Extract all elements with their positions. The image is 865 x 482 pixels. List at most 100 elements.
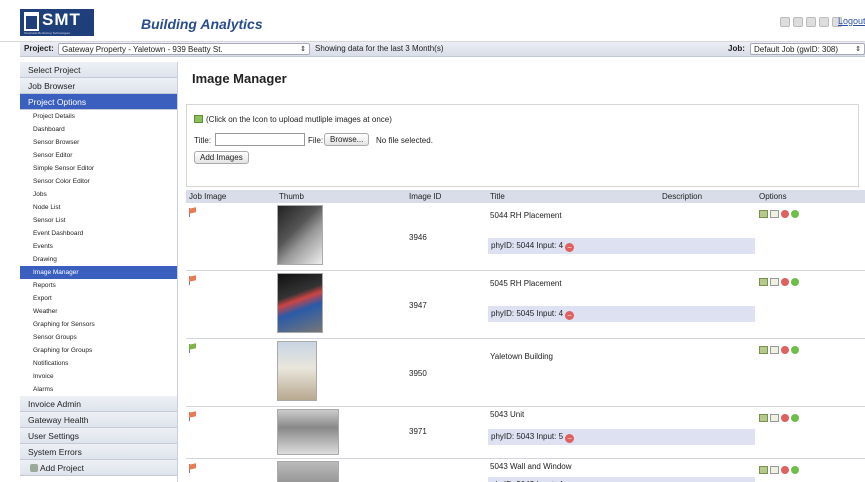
browse-button[interactable]: Browse... <box>324 133 370 146</box>
sidebar-item-invoice[interactable]: Invoice <box>20 370 177 383</box>
delete-icon[interactable] <box>781 277 789 286</box>
sidebar-item-sensor-editor[interactable]: Sensor Editor <box>20 149 177 162</box>
job-image-flag-icon[interactable] <box>189 463 196 473</box>
job-image-flag-icon[interactable] <box>189 275 196 285</box>
add-icon[interactable] <box>791 345 799 354</box>
range-info: Showing data for the last 3 Month(s) <box>315 44 444 53</box>
job-image-flag-icon[interactable] <box>189 411 196 421</box>
user-icon[interactable] <box>780 16 790 27</box>
sidebar-project-options[interactable]: Project Options <box>20 94 177 110</box>
view-image-icon[interactable] <box>759 345 768 354</box>
col-description[interactable]: Description <box>662 192 702 201</box>
image-id: 3947 <box>409 301 427 310</box>
remove-sensor-icon[interactable]: – <box>565 243 575 252</box>
sidebar-item-reports[interactable]: Reports <box>20 279 177 292</box>
sidebar-item-sensor-browser[interactable]: Sensor Browser <box>20 136 177 149</box>
sidebar-invoice-admin[interactable]: Invoice Admin <box>20 396 177 412</box>
sidebar-item-graphing-for-groups[interactable]: Graphing for Groups <box>20 344 177 357</box>
thumbnail-image[interactable] <box>277 461 339 482</box>
add-icon[interactable] <box>791 465 799 474</box>
thumbnail-image[interactable] <box>277 341 317 401</box>
sidebar-item-sensor-list[interactable]: Sensor List <box>20 214 177 227</box>
sidebar-select-project[interactable]: Select Project <box>20 62 177 78</box>
document-icon[interactable] <box>806 16 816 27</box>
multi-upload-icon[interactable] <box>194 115 203 123</box>
add-icon[interactable] <box>791 209 799 218</box>
job-image-flag-icon[interactable] <box>189 207 196 217</box>
sensor-link-text: phyID: 5045 Input: 4 <box>491 309 564 318</box>
row-options <box>759 412 801 422</box>
view-image-icon[interactable] <box>759 465 768 474</box>
sidebar-item-image-manager[interactable]: Image Manager <box>20 266 177 279</box>
col-options[interactable]: Options <box>759 192 787 201</box>
sidebar-item-event-dashboard[interactable]: Event Dashboard <box>20 227 177 240</box>
no-file-text: No file selected. <box>376 136 433 145</box>
edit-note-icon[interactable] <box>770 413 779 422</box>
job-image-flag-icon[interactable] <box>189 343 196 353</box>
thumbnail-image[interactable] <box>277 409 339 455</box>
delete-icon[interactable] <box>781 465 789 474</box>
sidebar-item-events[interactable]: Events <box>20 240 177 253</box>
sidebar-item-node-list[interactable]: Node List <box>20 201 177 214</box>
edit-note-icon[interactable] <box>770 345 779 354</box>
sidebar-item-export[interactable]: Export <box>20 292 177 305</box>
delete-icon[interactable] <box>781 413 789 422</box>
header-toolbar <box>780 16 845 27</box>
add-project-icon <box>30 464 38 472</box>
delete-icon[interactable] <box>781 209 789 218</box>
thumbnail-image[interactable] <box>277 205 323 265</box>
image-title[interactable]: 5043 Wall and Window <box>490 462 572 471</box>
sidebar-item-sensor-groups[interactable]: Sensor Groups <box>20 331 177 344</box>
sidebar-item-jobs[interactable]: Jobs <box>20 188 177 201</box>
thumbnail-image[interactable] <box>277 273 323 333</box>
remove-sensor-icon[interactable]: – <box>565 311 575 320</box>
print-icon[interactable] <box>793 16 803 27</box>
image-title[interactable]: 5044 RH Placement <box>490 211 562 220</box>
image-title[interactable]: 5045 RH Placement <box>490 279 562 288</box>
view-image-icon[interactable] <box>759 209 768 218</box>
sidebar-item-project-details[interactable]: Project Details <box>20 110 177 123</box>
sidebar-item-weather[interactable]: Weather <box>20 305 177 318</box>
sidebar-gateway-health[interactable]: Gateway Health <box>20 412 177 428</box>
sidebar-project-options-list: Project Details Dashboard Sensor Browser Se… <box>20 110 177 396</box>
sidebar-item-simple-sensor-editor[interactable]: Simple Sensor Editor <box>20 162 177 175</box>
sidebar-item-dashboard[interactable]: Dashboard <box>20 123 177 136</box>
upload-hint: (Click on the Icon to upload mutliple im… <box>194 115 392 124</box>
upload-panel: (Click on the Icon to upload mutliple im… <box>186 104 859 187</box>
edit-note-icon[interactable] <box>770 465 779 474</box>
add-images-button[interactable]: Add Images <box>194 151 249 164</box>
settings-icon[interactable] <box>819 16 829 27</box>
col-image-id[interactable]: Image ID <box>409 192 441 201</box>
sidebar-item-notifications[interactable]: Notifications <box>20 357 177 370</box>
edit-note-icon[interactable] <box>770 277 779 286</box>
sidebar-job-browser[interactable]: Job Browser <box>20 78 177 94</box>
delete-icon[interactable] <box>781 345 789 354</box>
image-id: 3971 <box>409 427 427 436</box>
app-header: SMT Structural Monitoring Technologies B… <box>0 0 865 42</box>
remove-sensor-icon[interactable]: – <box>565 434 575 443</box>
image-title[interactable]: Yaletown Building <box>490 352 553 361</box>
view-image-icon[interactable] <box>759 413 768 422</box>
sidebar-item-alarms[interactable]: Alarms <box>20 383 177 396</box>
edit-note-icon[interactable] <box>770 209 779 218</box>
add-icon[interactable] <box>791 413 799 422</box>
add-icon[interactable] <box>791 277 799 286</box>
logout-link[interactable]: Logout <box>838 16 865 26</box>
app-title: Building Analytics <box>141 16 263 32</box>
sidebar-item-sensor-color-editor[interactable]: Sensor Color Editor <box>20 175 177 188</box>
sidebar-item-drawing[interactable]: Drawing <box>20 253 177 266</box>
smt-logo[interactable]: SMT Structural Monitoring Technologies <box>20 9 94 36</box>
col-title[interactable]: Title <box>490 192 505 201</box>
image-title[interactable]: 5043 Unit <box>490 410 524 419</box>
col-thumb[interactable]: Thumb <box>279 192 304 201</box>
title-input[interactable] <box>215 133 305 146</box>
view-image-icon[interactable] <box>759 277 768 286</box>
project-select[interactable]: Gateway Property - Yaletown - 939 Beatty… <box>58 43 310 55</box>
col-job-image[interactable]: Job Image <box>189 192 226 201</box>
sidebar-add-project[interactable]: Add Project <box>20 460 177 476</box>
sidebar: Select Project Job Browser Project Optio… <box>20 62 178 482</box>
job-select[interactable]: Default Job (gwID: 308) ⇕ <box>750 43 865 55</box>
sidebar-user-settings[interactable]: User Settings <box>20 428 177 444</box>
sidebar-item-graphing-for-sensors[interactable]: Graphing for Sensors <box>20 318 177 331</box>
sidebar-system-errors[interactable]: System Errors <box>20 444 177 460</box>
